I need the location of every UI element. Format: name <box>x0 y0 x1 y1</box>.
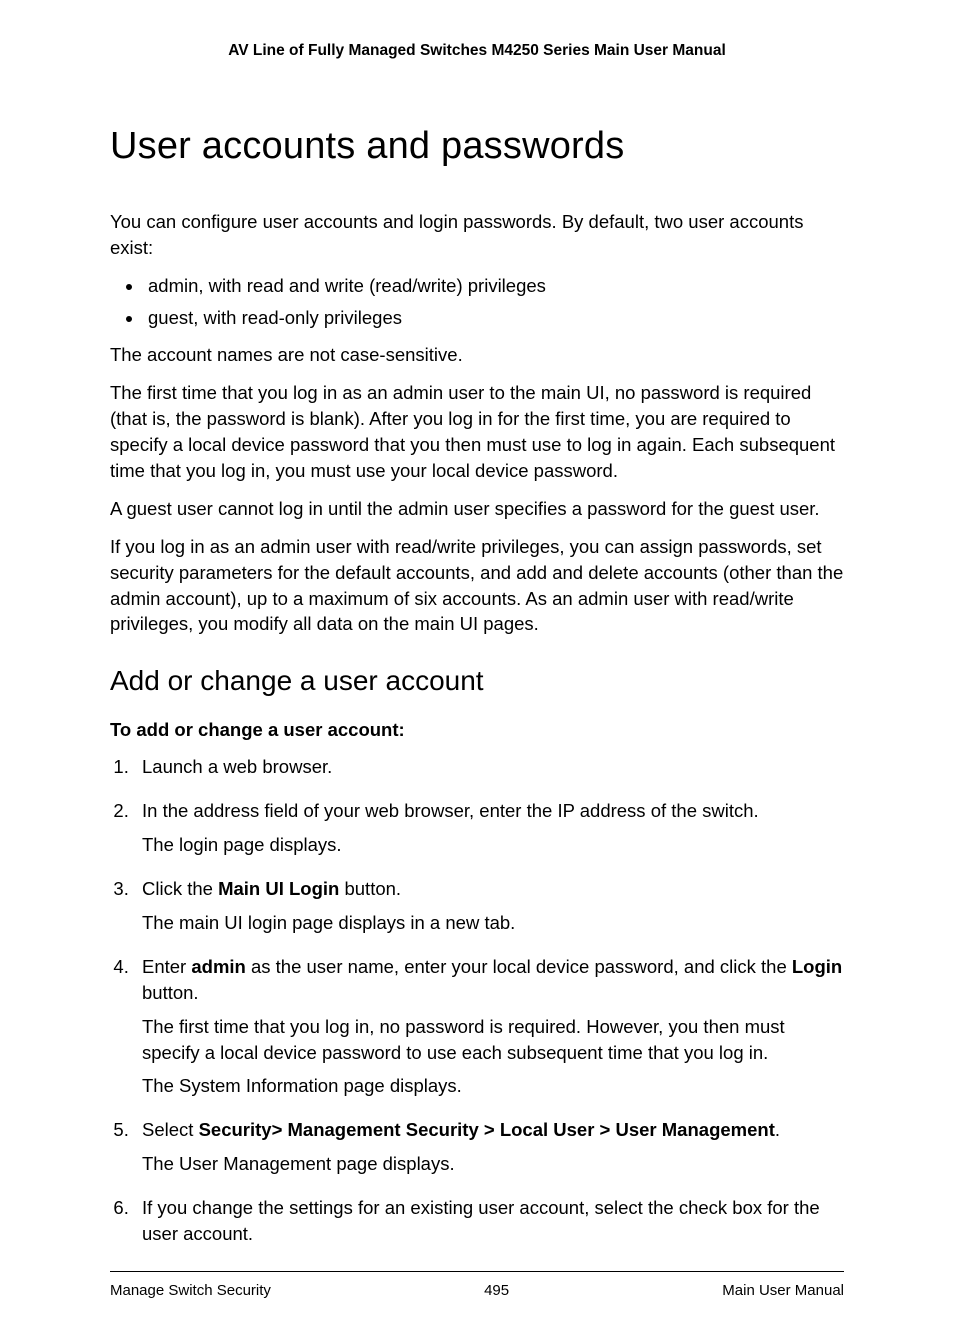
page-title: User accounts and passwords <box>110 120 844 173</box>
section-heading: Add or change a user account <box>110 661 844 700</box>
footer-page-number: 495 <box>484 1280 509 1301</box>
body-paragraph: The first time that you log in as an adm… <box>110 380 844 484</box>
step-text: The login page displays. <box>142 832 844 858</box>
default-accounts-list: admin, with read and write (read/write) … <box>144 273 844 331</box>
step-text: The User Management page displays. <box>142 1151 844 1177</box>
step-item: Select Security> Management Security > L… <box>134 1117 844 1177</box>
page-footer: Manage Switch Security 495 Main User Man… <box>110 1280 844 1301</box>
step-text: The System Information page displays. <box>142 1073 844 1099</box>
step-item: If you change the settings for an existi… <box>134 1195 844 1247</box>
step-item: Launch a web browser. <box>134 754 844 780</box>
procedure-steps: Launch a web browser. In the address fie… <box>134 754 844 1246</box>
procedure-lead: To add or change a user account: <box>110 717 844 743</box>
step-text: Click the Main UI Login button. <box>142 876 844 902</box>
body-paragraph: A guest user cannot log in until the adm… <box>110 496 844 522</box>
step-text: Select Security> Management Security > L… <box>142 1117 844 1143</box>
step-text: The first time that you log in, no passw… <box>142 1014 844 1066</box>
step-text: In the address field of your web browser… <box>142 798 844 824</box>
list-item: guest, with read-only privileges <box>144 305 844 331</box>
step-item: Enter admin as the user name, enter your… <box>134 954 844 1099</box>
step-text: Launch a web browser. <box>142 754 844 780</box>
footer-divider <box>110 1271 844 1272</box>
footer-right: Main User Manual <box>722 1280 844 1301</box>
list-item: admin, with read and write (read/write) … <box>144 273 844 299</box>
document-header: AV Line of Fully Managed Switches M4250 … <box>110 40 844 62</box>
step-item: Click the Main UI Login button. The main… <box>134 876 844 936</box>
footer-left: Manage Switch Security <box>110 1280 271 1301</box>
step-text: Enter admin as the user name, enter your… <box>142 954 844 1006</box>
body-paragraph: If you log in as an admin user with read… <box>110 534 844 638</box>
intro-paragraph: You can configure user accounts and logi… <box>110 209 844 261</box>
body-paragraph: The account names are not case-sensitive… <box>110 342 844 368</box>
step-text: The main UI login page displays in a new… <box>142 910 844 936</box>
step-item: In the address field of your web browser… <box>134 798 844 858</box>
step-text: If you change the settings for an existi… <box>142 1195 844 1247</box>
